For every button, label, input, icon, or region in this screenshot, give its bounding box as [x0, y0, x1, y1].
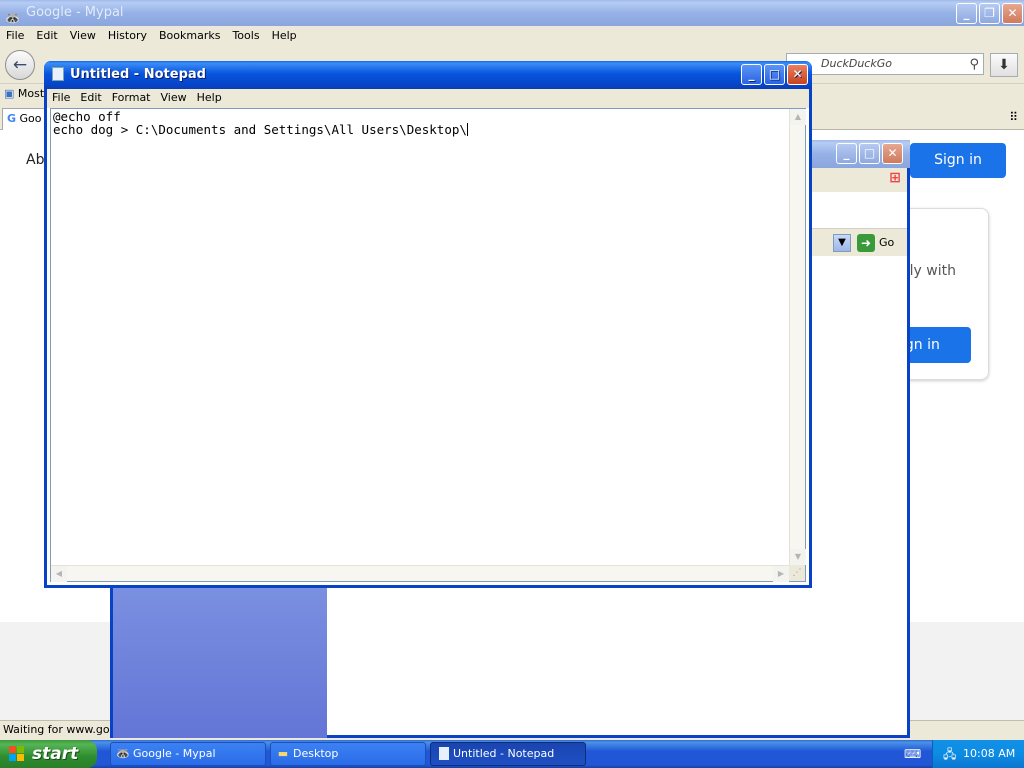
notepad-title: Untitled - Notepad — [70, 67, 206, 82]
go-arrow-icon: ➜ — [857, 234, 875, 252]
go-label: Go — [879, 236, 895, 249]
text-caret — [466, 123, 468, 136]
notepad-maximize-button[interactable]: □ — [764, 64, 785, 85]
download-arrow-icon: ⬇ — [998, 57, 1010, 73]
taskbar-button-desktop[interactable]: ▬ Desktop — [270, 742, 426, 766]
explorer-maximize-button[interactable]: □ — [859, 143, 880, 164]
minimize-button[interactable]: _ — [956, 3, 977, 24]
vertical-scrollbar[interactable]: ▲ ▼ — [789, 109, 806, 565]
notepad-text-area[interactable]: @echo off echo dog > C:\Documents and Se… — [50, 108, 806, 582]
menu-help[interactable]: Help — [266, 26, 303, 42]
taskbar: start 🦝 Google - Mypal ▬ Desktop Untitle… — [0, 740, 1024, 768]
menu-edit[interactable]: Edit — [30, 26, 63, 42]
resize-grip-icon[interactable]: ⋰ — [789, 565, 805, 581]
back-button[interactable]: ← — [5, 50, 35, 80]
google-icon: G — [7, 112, 17, 125]
browser-title: Google - Mypal — [26, 5, 124, 20]
browser-menubar: File Edit View History Bookmarks Tools Help — [0, 26, 1024, 46]
np-menu-file[interactable]: File — [47, 89, 75, 104]
windows-flag-icon — [9, 746, 25, 762]
np-menu-format[interactable]: Format — [107, 89, 156, 104]
taskbar-button-notepad[interactable]: Untitled - Notepad — [430, 742, 586, 766]
scroll-right-icon[interactable]: ▶ — [773, 566, 789, 582]
horizontal-scrollbar[interactable]: ◀ ▶ — [51, 565, 789, 582]
np-menu-view[interactable]: View — [156, 89, 192, 104]
notepad-minimize-button[interactable]: _ — [741, 64, 762, 85]
np-menu-help[interactable]: Help — [192, 89, 227, 104]
notepad-content: @echo off echo dog > C:\Documents and Se… — [53, 110, 468, 136]
clock[interactable]: 10:08 AM — [963, 747, 1015, 760]
downloads-button[interactable]: ⬇ — [990, 53, 1018, 77]
notepad-menubar: File Edit Format View Help — [47, 89, 809, 108]
scroll-down-icon[interactable]: ▼ — [790, 549, 806, 565]
notepad-title-bar[interactable]: Untitled - Notepad _ □ ✕ — [44, 61, 812, 89]
address-dropdown-icon[interactable]: ▼ — [833, 234, 851, 252]
notepad-window: Untitled - Notepad _ □ ✕ File Edit Format V… — [44, 61, 812, 588]
notepad-icon — [52, 67, 64, 81]
about-link[interactable]: Ab — [26, 152, 44, 168]
explorer-minimize-button[interactable]: _ — [836, 143, 857, 164]
go-button[interactable]: ➜ Go — [857, 233, 907, 253]
start-button[interactable]: start — [0, 740, 97, 768]
mypal-icon: 🦝 — [116, 747, 130, 760]
start-label: start — [32, 744, 79, 764]
search-engine-placeholder: DuckDuckGo — [821, 57, 892, 70]
notepad-close-button[interactable]: ✕ — [787, 64, 808, 85]
close-button[interactable]: ✕ — [1002, 3, 1023, 24]
folder-icon: ▬ — [277, 747, 289, 760]
text-line: echo dog > C:\Documents and Settings\All… — [53, 122, 467, 137]
tab-label: Goo — [19, 112, 42, 125]
explorer-task-pane — [113, 586, 327, 738]
taskbar-label: Google - Mypal — [133, 747, 216, 760]
menu-tools[interactable]: Tools — [226, 26, 265, 42]
back-arrow-icon: ← — [12, 55, 28, 75]
bookmark-most-visited[interactable]: Most — [18, 87, 44, 100]
network-icon[interactable]: 🖧 — [943, 747, 956, 761]
explorer-close-button[interactable]: ✕ — [882, 143, 903, 164]
system-tray: 🖧 10:08 AM — [932, 740, 1024, 768]
sign-in-button[interactable]: Sign in — [910, 143, 1006, 178]
search-input[interactable]: DuckDuckGo ⚲ — [786, 53, 984, 75]
taskbar-button-mypal[interactable]: 🦝 Google - Mypal — [110, 742, 266, 766]
menu-view[interactable]: View — [64, 26, 102, 42]
apps-grid-icon[interactable]: ⠿ — [1009, 110, 1018, 124]
browser-title-bar[interactable]: 🦝 Google - Mypal _ ❐ ✕ — [0, 0, 1024, 26]
search-icon[interactable]: ⚲ — [969, 55, 979, 75]
scroll-left-icon[interactable]: ◀ — [51, 566, 67, 582]
np-menu-edit[interactable]: Edit — [75, 89, 106, 104]
bookmark-icon: ▣ — [4, 87, 15, 100]
scroll-up-icon[interactable]: ▲ — [790, 109, 806, 125]
notepad-icon — [439, 747, 449, 760]
restore-button[interactable]: ❐ — [979, 3, 1000, 24]
taskbar-label: Untitled - Notepad — [453, 747, 555, 760]
menu-bookmarks[interactable]: Bookmarks — [153, 26, 226, 42]
keyboard-icon[interactable]: ⌨ — [904, 747, 921, 761]
menu-history[interactable]: History — [102, 26, 153, 42]
menu-file[interactable]: File — [0, 26, 30, 42]
windows-logo-icon: ⊞ — [889, 170, 901, 186]
taskbar-label: Desktop — [293, 747, 339, 760]
